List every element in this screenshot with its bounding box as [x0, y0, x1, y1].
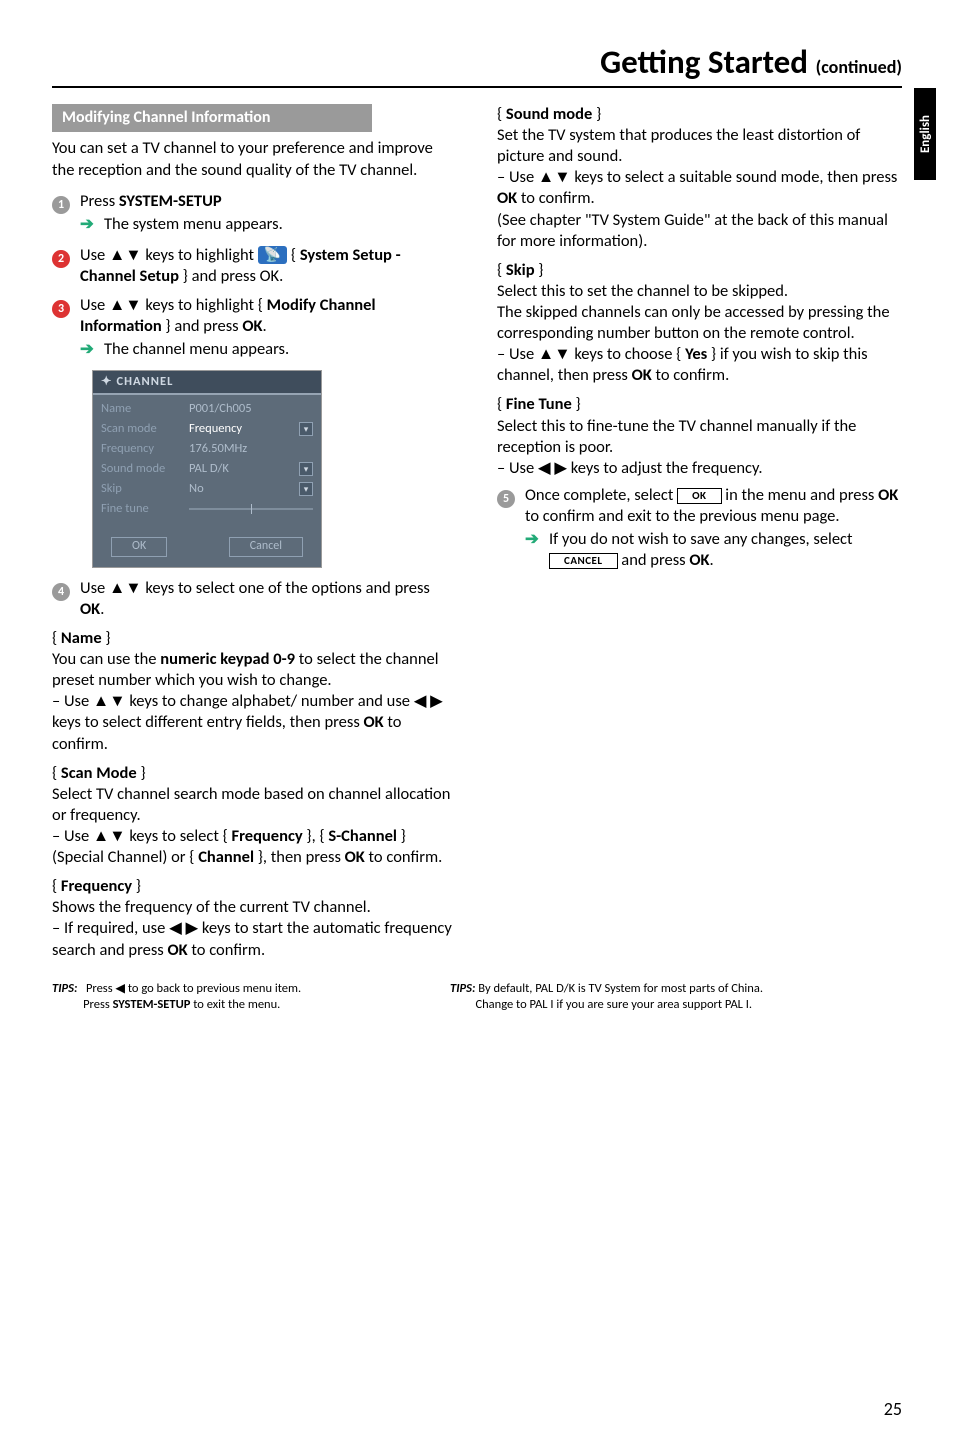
- step-4-bullet: 4: [52, 578, 72, 620]
- option-scan-body: Select TV channel search mode based on c…: [52, 784, 457, 826]
- option-scan-title: { Scan Mode }: [52, 763, 457, 784]
- step-number-icon: 4: [52, 583, 70, 601]
- arrow-icon: ➔: [80, 339, 98, 360]
- step-4-text: Use ▲▼ keys to select one of the options…: [80, 578, 457, 620]
- option-frequency-title: { Frequency }: [52, 876, 457, 897]
- step-1-text: Press SYSTEM-SETUP: [80, 191, 457, 212]
- step-number-icon: 2: [52, 250, 70, 268]
- page-title: Getting Started: [600, 42, 808, 82]
- option-sound-note: (See chapter "TV System Guide" at the ba…: [497, 210, 902, 252]
- arrow-icon: ➔: [80, 214, 98, 235]
- option-skip-body1: Select this to set the channel to be ski…: [497, 281, 902, 302]
- antenna-pill-icon: 📡: [258, 246, 287, 264]
- option-sound-usage: – Use ▲▼ keys to select a suitable sound…: [497, 167, 902, 209]
- content-columns: Modifying Channel Information You can se…: [52, 104, 902, 967]
- step-3-result: ➔ The channel menu appears.: [80, 339, 457, 360]
- option-scan-mode: { Scan Mode } Select TV channel search m…: [52, 763, 457, 869]
- menu-body: Name P001/Ch005 Scan mode Frequency ▾ Fr…: [93, 395, 321, 529]
- menu-row-soundmode: Sound mode PAL D/K ▾: [101, 459, 313, 479]
- step-2: 2 Use ▲▼ keys to highlight 📡 { System Se…: [52, 245, 457, 287]
- option-skip-title: { Skip }: [497, 260, 902, 281]
- menu-header: ✦CHANNEL: [93, 371, 321, 395]
- menu-row-finetune: Fine tune: [101, 499, 313, 519]
- option-frequency-usage: – If required, use ◀ ▶ keys to start the…: [52, 918, 457, 960]
- step-5-alt: ➔ If you do not wish to save any changes…: [525, 529, 902, 571]
- option-skip-usage: – Use ▲▼ keys to choose { Yes } if you w…: [497, 344, 902, 386]
- option-fine-tune: { Fine Tune } Select this to fine-tune t…: [497, 394, 902, 478]
- menu-cancel-button: Cancel: [229, 537, 303, 556]
- menu-row-skip: Skip No ▾: [101, 479, 313, 499]
- tips-row: TIPS: Press ◀ to go back to previous men…: [52, 981, 902, 1014]
- intro-text: You can set a TV channel to your prefere…: [52, 138, 457, 180]
- tips-label: TIPS:: [52, 981, 77, 996]
- right-column: { Sound mode } Set the TV system that pr…: [497, 104, 902, 967]
- dropdown-icon: ▾: [299, 462, 313, 476]
- option-name-title: { Name }: [52, 628, 457, 649]
- cancel-box: CANCEL: [549, 553, 618, 569]
- step-1-result: ➔ The system menu appears.: [80, 214, 457, 235]
- menu-ok-button: OK: [111, 537, 167, 556]
- step-3-bullet: 3: [52, 295, 72, 362]
- tips-right: TIPS: By default, PAL D/K is TV System f…: [450, 981, 880, 1014]
- option-sound-mode: { Sound mode } Set the TV system that pr…: [497, 104, 902, 252]
- step-2-text: Use ▲▼ keys to highlight 📡 { System Setu…: [80, 245, 457, 287]
- option-sound-body: Set the TV system that produces the leas…: [497, 125, 902, 167]
- step-number-icon: 1: [52, 196, 70, 214]
- option-frequency-body: Shows the frequency of the current TV ch…: [52, 897, 457, 918]
- option-sound-title: { Sound mode }: [497, 104, 902, 125]
- step-1: 1 Press SYSTEM-SETUP ➔ The system menu a…: [52, 191, 457, 237]
- ok-box: OK: [677, 488, 721, 504]
- option-fine-body: Select this to fine-tune the TV channel …: [497, 416, 902, 458]
- title-row: Getting Started (continued): [52, 42, 902, 88]
- option-name: { Name } You can use the numeric keypad …: [52, 628, 457, 755]
- step-3: 3 Use ▲▼ keys to highlight { Modify Chan…: [52, 295, 457, 362]
- step-4: 4 Use ▲▼ keys to select one of the optio…: [52, 578, 457, 620]
- option-name-body: You can use the numeric keypad 0-9 to se…: [52, 649, 457, 691]
- step-5: 5 Once complete, select OK in the menu a…: [497, 485, 902, 573]
- language-tab: English: [914, 88, 936, 180]
- left-column: Modifying Channel Information You can se…: [52, 104, 457, 967]
- step-5-text: Once complete, select OK in the menu and…: [525, 485, 902, 527]
- page-number: 25: [884, 1398, 902, 1420]
- menu-row-scanmode: Scan mode Frequency ▾: [101, 419, 313, 439]
- step-3-text: Use ▲▼ keys to highlight { Modify Channe…: [80, 295, 457, 337]
- fine-tune-gauge: [189, 504, 313, 514]
- step-2-bullet: 2: [52, 245, 72, 287]
- option-name-usage: – Use ▲▼ keys to change alphabet/ number…: [52, 691, 457, 754]
- tips-label: TIPS:: [450, 981, 475, 996]
- dropdown-icon: ▾: [299, 422, 313, 436]
- step-5-bullet: 5: [497, 485, 517, 573]
- step-number-icon: 5: [497, 490, 515, 508]
- step-number-icon: 3: [52, 300, 70, 318]
- menu-row-name: Name P001/Ch005: [101, 399, 313, 419]
- section-heading: Modifying Channel Information: [52, 104, 372, 132]
- option-fine-title: { Fine Tune }: [497, 394, 902, 415]
- menu-header-icon: ✦: [101, 374, 112, 390]
- menu-row-frequency: Frequency 176.50MHz: [101, 439, 313, 459]
- option-fine-usage: – Use ◀ ▶ keys to adjust the frequency.: [497, 458, 902, 479]
- option-skip-body2: The skipped channels can only be accesse…: [497, 302, 902, 344]
- language-tab-label: English: [918, 115, 933, 153]
- page-title-suffix: (continued): [816, 56, 902, 78]
- dropdown-icon: ▾: [299, 482, 313, 496]
- step-1-bullet: 1: [52, 191, 72, 237]
- menu-footer: OK Cancel: [93, 529, 321, 566]
- option-skip: { Skip } Select this to set the channel …: [497, 260, 902, 387]
- tips-left: TIPS: Press ◀ to go back to previous men…: [52, 981, 432, 1014]
- option-frequency: { Frequency } Shows the frequency of the…: [52, 876, 457, 960]
- option-scan-usage: – Use ▲▼ keys to select { Frequency }, {…: [52, 826, 457, 868]
- channel-menu-screenshot: ✦CHANNEL Name P001/Ch005 Scan mode Frequ…: [92, 370, 322, 567]
- arrow-icon: ➔: [525, 529, 543, 571]
